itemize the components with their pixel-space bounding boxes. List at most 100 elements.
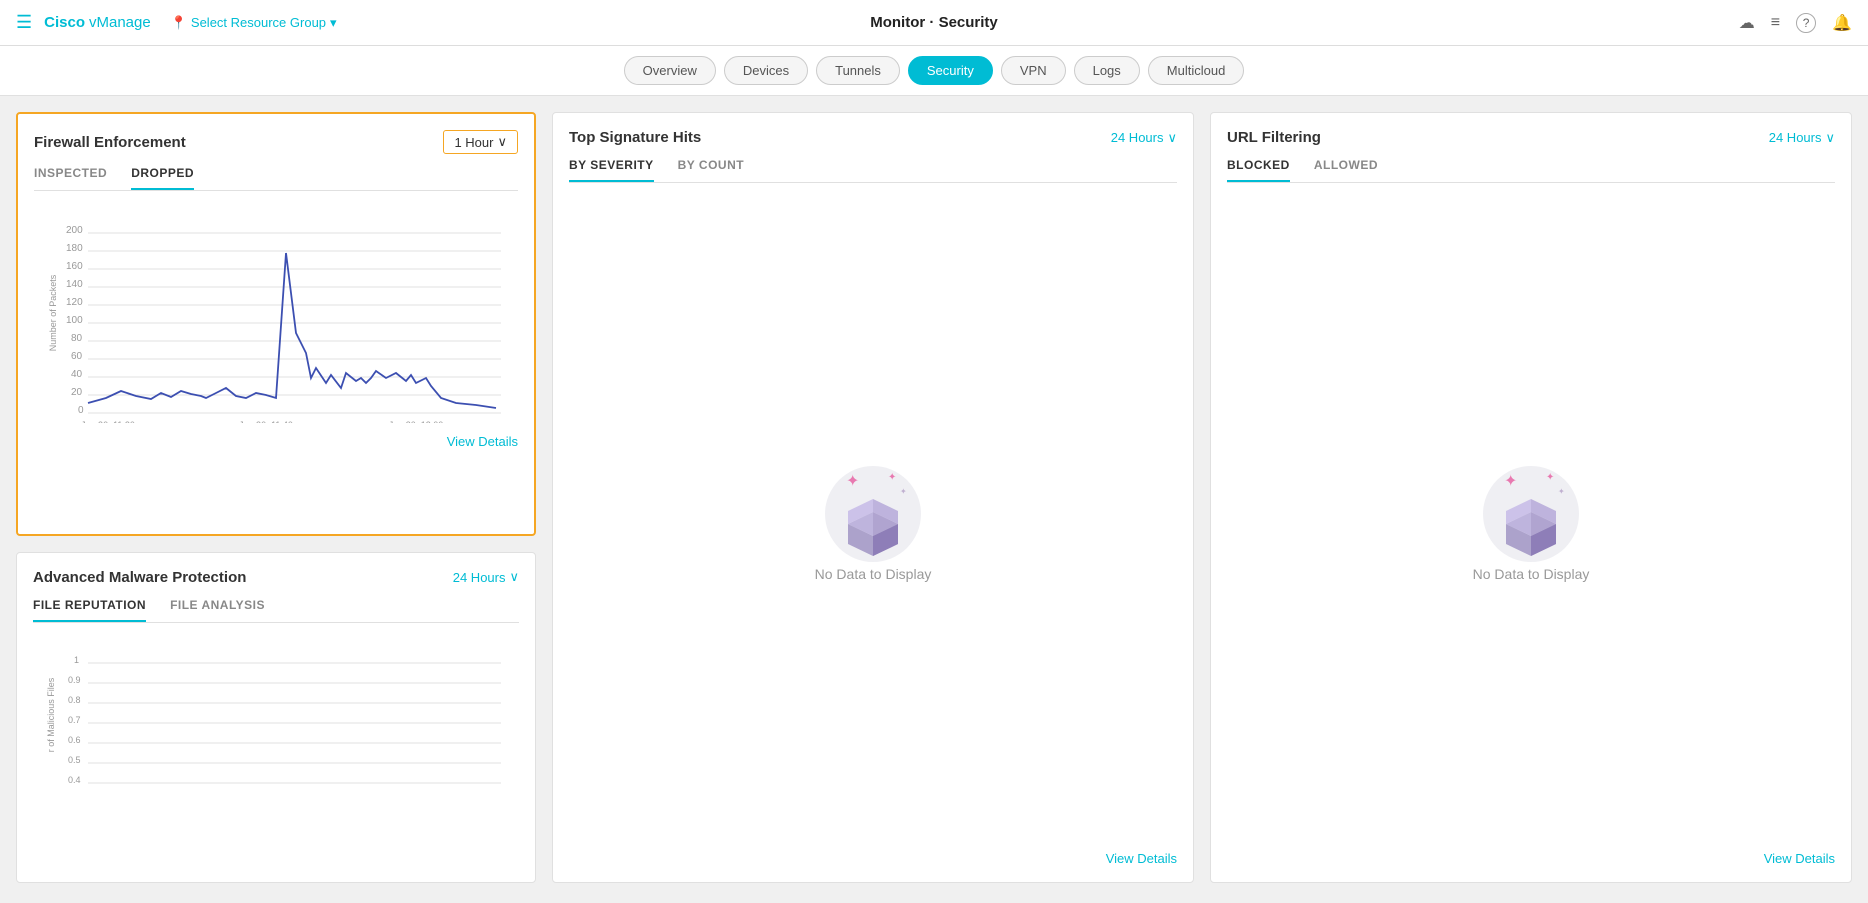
svg-text:Jan 30, 11:20: Jan 30, 11:20 [81,420,135,423]
svg-text:60: 60 [71,351,83,362]
header-icons: ☁ ≡ ? 🔔 [1739,13,1852,33]
firewall-sub-tabs: INSPECTED DROPPED [34,166,518,191]
url-time-label: 24 Hours [1769,130,1822,145]
brand-vmanage: vManage [89,14,151,31]
firewall-time-selector[interactable]: 1 Hour ∨ [443,130,518,154]
svg-text:0.8: 0.8 [68,695,81,705]
svg-text:0: 0 [78,405,84,416]
svg-text:140: 140 [66,279,83,290]
top-sig-title: Top Signature Hits [569,129,701,146]
subtab-blocked[interactable]: BLOCKED [1227,158,1290,182]
tab-logs[interactable]: Logs [1074,56,1140,85]
resource-group-chevron: ▾ [330,15,337,31]
top-sig-view-details[interactable]: View Details [569,851,1177,866]
top-sig-time-selector[interactable]: 24 Hours ∨ [1111,130,1177,146]
subtab-by-severity[interactable]: BY SEVERITY [569,158,654,182]
url-time-chevron: ∨ [1825,130,1835,146]
svg-text:1: 1 [74,655,79,665]
url-filtering-panel: URL Filtering 24 Hours ∨ BLOCKED ALLOWED… [1210,112,1852,883]
svg-text:200: 200 [66,225,83,236]
subtab-file-analysis[interactable]: FILE ANALYSIS [170,598,265,622]
firewall-chart: 0 20 40 60 80 100 120 140 160 180 200 Nu… [34,203,518,426]
hamburger-icon[interactable]: ☰ [16,12,32,33]
firewall-time-chevron: ∨ [497,134,507,150]
svg-text:Number of Packets: Number of Packets [48,274,58,351]
brand-cisco: Cisco [44,14,85,31]
top-sig-empty-icon: ✦ ✦ ✦ [818,456,928,566]
firewall-chart-svg: 0 20 40 60 80 100 120 140 160 180 200 Nu… [34,203,518,423]
subtab-dropped[interactable]: DROPPED [131,166,194,190]
notification-icon[interactable]: 🔔 [1832,13,1852,33]
svg-text:✦: ✦ [1546,472,1554,483]
url-header: URL Filtering 24 Hours ∨ [1227,129,1835,146]
firewall-title: Firewall Enforcement [34,134,186,151]
top-sig-empty-state: ✦ ✦ ✦ No Data to Display [569,195,1177,843]
subtab-allowed[interactable]: ALLOWED [1314,158,1378,182]
amp-header: Advanced Malware Protection 24 Hours ∨ [33,569,519,586]
tab-devices[interactable]: Devices [724,56,808,85]
url-empty-state: ✦ ✦ ✦ No Data to Display [1227,195,1835,843]
url-empty-icon: ✦ ✦ ✦ [1476,456,1586,566]
header-title: Monitor · Security [870,14,998,31]
svg-text:r of Malicious Files: r of Malicious Files [46,677,56,752]
svg-text:40: 40 [71,369,83,380]
firewall-panel: Firewall Enforcement 1 Hour ∨ INSPECTED … [16,112,536,536]
firewall-panel-header: Firewall Enforcement 1 Hour ∨ [34,130,518,154]
svg-text:160: 160 [66,261,83,272]
url-time-selector[interactable]: 24 Hours ∨ [1769,130,1835,146]
top-sig-header: Top Signature Hits 24 Hours ∨ [569,129,1177,146]
nav-tabs: Overview Devices Tunnels Security VPN Lo… [0,46,1868,96]
top-sig-time-label: 24 Hours [1111,130,1164,145]
resource-group-selector[interactable]: 📍 Select Resource Group ▾ [171,15,337,31]
tab-multicloud[interactable]: Multicloud [1148,56,1245,85]
url-empty-text: No Data to Display [1473,566,1590,582]
subtab-inspected[interactable]: INSPECTED [34,166,107,190]
subtab-file-reputation[interactable]: FILE REPUTATION [33,598,146,622]
amp-time-selector[interactable]: 24 Hours ∨ [453,569,519,585]
top-sig-empty-text: No Data to Display [815,566,932,582]
tab-security[interactable]: Security [908,56,993,85]
svg-text:20: 20 [71,387,83,398]
url-title: URL Filtering [1227,129,1321,146]
url-view-details[interactable]: View Details [1227,851,1835,866]
svg-text:Jan 30, 11:40: Jan 30, 11:40 [239,420,293,423]
svg-text:80: 80 [71,333,83,344]
svg-text:✦: ✦ [1558,487,1565,496]
amp-time-label: 24 Hours [453,570,506,585]
amp-time-chevron: ∨ [509,569,519,585]
svg-text:0.5: 0.5 [68,755,81,765]
svg-text:Jan 30, 12:00: Jan 30, 12:00 [389,420,444,423]
svg-text:✦: ✦ [888,472,896,483]
amp-chart-svg: 0.4 0.5 0.6 0.7 0.8 0.9 1 r of Malicious… [33,635,519,795]
amp-panel: Advanced Malware Protection 24 Hours ∨ F… [16,552,536,884]
svg-text:0.9: 0.9 [68,675,81,685]
svg-text:100: 100 [66,315,83,326]
tab-tunnels[interactable]: Tunnels [816,56,900,85]
top-sig-sub-tabs: BY SEVERITY BY COUNT [569,158,1177,183]
svg-text:✦: ✦ [846,473,859,490]
svg-text:0.6: 0.6 [68,735,81,745]
top-signature-panel: Top Signature Hits 24 Hours ∨ BY SEVERIT… [552,112,1194,883]
subtab-by-count[interactable]: BY COUNT [678,158,744,182]
amp-chart: 0.4 0.5 0.6 0.7 0.8 0.9 1 r of Malicious… [33,635,519,867]
svg-text:120: 120 [66,297,83,308]
tab-overview[interactable]: Overview [624,56,716,85]
header: ☰ Cisco vManage 📍 Select Resource Group … [0,0,1868,46]
amp-sub-tabs: FILE REPUTATION FILE ANALYSIS [33,598,519,623]
tab-vpn[interactable]: VPN [1001,56,1066,85]
svg-text:0.4: 0.4 [68,775,81,785]
firewall-time-label: 1 Hour [454,135,493,150]
brand: Cisco vManage [44,14,151,31]
top-sig-chevron: ∨ [1167,130,1177,146]
svg-text:180: 180 [66,243,83,254]
firewall-view-details[interactable]: View Details [34,434,518,449]
help-icon[interactable]: ? [1796,13,1816,33]
amp-title: Advanced Malware Protection [33,569,246,586]
menu-icon[interactable]: ≡ [1771,14,1780,32]
svg-text:✦: ✦ [1504,473,1517,490]
url-sub-tabs: BLOCKED ALLOWED [1227,158,1835,183]
resource-group-label: Select Resource Group [191,15,326,30]
header-left: ☰ Cisco vManage 📍 Select Resource Group … [16,12,337,33]
svg-text:✦: ✦ [900,487,907,496]
cloud-icon[interactable]: ☁ [1739,13,1755,33]
